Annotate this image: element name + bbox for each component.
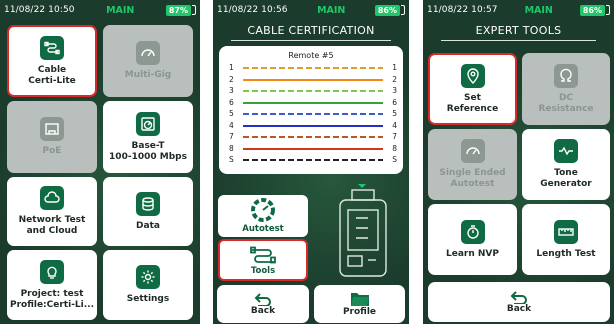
- pin-number-left: 6: [229, 97, 234, 107]
- cable-icon: [250, 246, 276, 264]
- tile-dc-resistance[interactable]: DC Resistance: [522, 53, 610, 125]
- wire-pair-row: 66: [229, 98, 397, 108]
- tile-learn-nvp[interactable]: Learn NVP: [428, 204, 517, 275]
- tile-length-test[interactable]: Length Test: [522, 204, 610, 275]
- tile-cable-certi-lite[interactable]: Cable Certi-Lite: [7, 25, 97, 97]
- tester-device-illustration: [328, 180, 398, 280]
- battery-indicator: 86%: [374, 4, 405, 16]
- mode-label: MAIN: [317, 4, 346, 16]
- back-arrow-icon: [254, 293, 271, 306]
- tile-set-reference[interactable]: Set Reference: [428, 53, 517, 125]
- ethernet-port-icon: [40, 117, 64, 141]
- location-pin-icon: [460, 63, 485, 88]
- mode-label: MAIN: [524, 4, 553, 16]
- pin-number-left: 8: [229, 143, 234, 153]
- clock: 11/08/22 10:57: [427, 5, 498, 15]
- tile-poe[interactable]: PoE: [7, 101, 97, 173]
- wire-line: [243, 124, 383, 127]
- expert-tools-screen: 11/08/22 10:57 MAIN 86% EXPERT TOOLS Set…: [423, 0, 614, 324]
- wiremap-card: Remote #5 1122336655447788SS: [219, 46, 403, 174]
- timer-icon: [460, 219, 485, 244]
- gauge-icon: [251, 198, 275, 222]
- tile-tone-generator[interactable]: Tone Generator: [522, 129, 610, 200]
- pin-number-right: 6: [392, 97, 397, 107]
- back-button[interactable]: Back: [217, 285, 309, 323]
- tile-data[interactable]: Data: [103, 177, 193, 246]
- database-icon: [136, 191, 160, 216]
- lightbulb-icon: [40, 259, 64, 284]
- pin-number-right: 5: [392, 109, 397, 118]
- pin-number-left: 1: [229, 63, 234, 72]
- wire-pair-row: 55: [229, 109, 397, 119]
- tile-multi-gig[interactable]: Multi-Gig: [103, 25, 193, 97]
- pin-number-right: S: [392, 155, 397, 164]
- wire-line: [243, 78, 383, 81]
- autotest-button[interactable]: Autotest: [218, 195, 308, 237]
- tile-settings[interactable]: Settings: [103, 250, 193, 320]
- wire-pair-row: 88: [229, 144, 397, 154]
- wire-pair-row: 11: [229, 63, 397, 73]
- cable-icon: [40, 35, 64, 60]
- cloud-icon: [40, 186, 64, 210]
- pin-number-right: 8: [392, 143, 397, 153]
- mode-label: MAIN: [106, 4, 135, 16]
- gauge-icon: [460, 139, 485, 163]
- wire-pair-row: 44: [229, 121, 397, 131]
- profile-button[interactable]: Profile: [314, 285, 405, 323]
- battery-indicator: 87%: [165, 4, 196, 16]
- wire-line: [243, 136, 383, 138]
- battery-indicator: 86%: [579, 4, 610, 16]
- status-bar: 11/08/22 10:50 MAIN 87%: [0, 0, 200, 20]
- status-bar: 11/08/22 10:56 MAIN 86%: [213, 0, 409, 20]
- wire-line: [243, 159, 383, 161]
- cable-certification-screen: 11/08/22 10:56 MAIN 86% CABLE CERTIFICAT…: [213, 0, 409, 324]
- ruler-icon: [554, 219, 578, 244]
- remote-label: Remote #5: [288, 51, 334, 60]
- wire-line: [243, 113, 383, 115]
- speedometer-icon: [136, 41, 160, 65]
- pin-number-left: 2: [229, 74, 234, 84]
- wire-pair-row: SS: [229, 155, 397, 165]
- page-title: EXPERT TOOLS: [475, 24, 562, 37]
- wire-line: [243, 90, 383, 92]
- wire-pair-row: 22: [229, 75, 397, 85]
- page-title: CABLE CERTIFICATION: [247, 24, 375, 37]
- pin-number-right: 4: [392, 120, 397, 130]
- wire-line: [243, 67, 383, 69]
- clock: 11/08/22 10:56: [217, 5, 288, 15]
- tile-project-profile[interactable]: Project: test Profile:Certi-Li...: [7, 250, 97, 320]
- pin-number-left: 4: [229, 120, 234, 130]
- omega-icon: [554, 63, 578, 88]
- back-arrow-icon: [510, 291, 527, 304]
- wire-line: [243, 147, 383, 150]
- gear-icon: [136, 265, 160, 289]
- pin-number-right: 3: [392, 86, 397, 95]
- pin-number-left: S: [229, 155, 234, 164]
- pin-number-left: 3: [229, 86, 234, 95]
- back-button[interactable]: Back: [428, 282, 610, 322]
- wire-pair-row: 33: [229, 86, 397, 96]
- pin-number-right: 2: [392, 74, 397, 84]
- status-bar: 11/08/22 10:57 MAIN 86%: [423, 0, 614, 20]
- tile-single-ended-autotest[interactable]: Single Ended Autotest: [428, 129, 517, 200]
- clock: 11/08/22 10:50: [4, 5, 75, 15]
- tile-network-test-cloud[interactable]: Network Test and Cloud: [7, 177, 97, 246]
- pin-number-left: 7: [229, 132, 234, 141]
- wire-pair-row: 77: [229, 132, 397, 142]
- gauge-icon: [136, 111, 160, 136]
- tools-button[interactable]: Tools: [218, 239, 308, 281]
- waveform-icon: [554, 139, 578, 163]
- main-menu-screen: 11/08/22 10:50 MAIN 87% Cable Certi-Lite…: [0, 0, 200, 324]
- wire-line: [243, 101, 383, 104]
- pin-number-right: 7: [392, 132, 397, 141]
- tile-base-t[interactable]: Base-T 100-1000 Mbps: [103, 101, 193, 173]
- pin-number-right: 1: [392, 63, 397, 72]
- pin-number-left: 5: [229, 109, 234, 118]
- folder-icon: [350, 293, 369, 306]
